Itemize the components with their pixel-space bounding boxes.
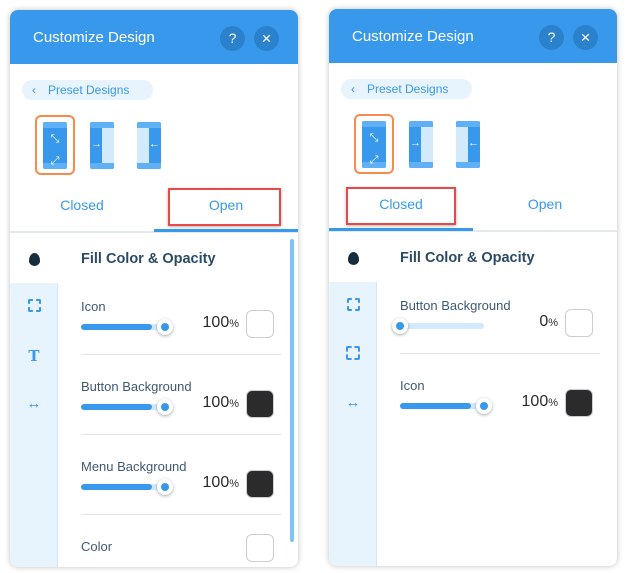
help-button[interactable]: ? [220, 26, 245, 51]
tab-closed[interactable]: Closed [10, 197, 154, 213]
preset-designs-button[interactable]: ‹ Preset Designs [22, 80, 153, 100]
slider-handle[interactable] [392, 318, 408, 334]
setting-label: Menu Background [81, 459, 187, 474]
text-icon[interactable]: T [10, 347, 58, 365]
opacity-slider[interactable] [392, 318, 484, 334]
active-tab-indicator [154, 229, 298, 232]
layout-slide-right-option[interactable]: → [90, 122, 114, 169]
color-setting-row: Icon 100% [81, 299, 281, 355]
slider-handle[interactable] [157, 399, 173, 415]
opacity-value[interactable]: 100% [522, 393, 558, 411]
close-button[interactable]: × [254, 26, 279, 51]
section-title: Fill Color & Opacity [81, 251, 216, 267]
slider-handle[interactable] [157, 319, 173, 335]
help-button[interactable]: ? [539, 25, 564, 50]
expand-icon: ⤡ ⤢ [369, 132, 379, 166]
drop-icon[interactable] [29, 253, 40, 266]
chevron-left-icon: ‹ [32, 83, 36, 97]
scrollbar[interactable] [290, 239, 294, 542]
color-setting-row: Button Background 0% [392, 298, 600, 354]
arrows-horizontal-icon[interactable]: ↔ [10, 395, 58, 412]
divider [81, 354, 281, 355]
color-setting-row: Button Background 100% [81, 379, 281, 435]
color-swatch[interactable] [246, 310, 274, 338]
settings-rail [10, 283, 58, 567]
preset-designs-label: Preset Designs [48, 83, 130, 97]
arrow-left-icon: ← [468, 137, 479, 149]
layout-fullscreen-option[interactable]: ⤡ ⤢ [43, 122, 67, 169]
slider-handle[interactable] [157, 479, 173, 495]
dashed-square-icon[interactable] [10, 299, 58, 316]
panel-title: Customize Design [33, 29, 155, 46]
customize-design-panel: Customize Design ? × ‹ Preset Designs ⤡ ⤢ … [10, 10, 298, 567]
layout-slide-left-option[interactable]: ← [137, 122, 161, 169]
root: Customize Design ? × ‹ Preset Designs ⤡ ⤢ … [0, 0, 626, 573]
color-swatch[interactable] [246, 534, 274, 562]
highlight-box [346, 187, 456, 225]
arrow-right-icon: → [410, 137, 421, 149]
chevron-left-icon: ‹ [351, 82, 355, 96]
section-title: Fill Color & Opacity [400, 250, 535, 266]
color-swatch[interactable] [246, 470, 274, 498]
layout-fullscreen-option[interactable]: ⤡ ⤢ [362, 121, 386, 168]
setting-label: Icon [81, 299, 106, 314]
opacity-value[interactable]: 0% [539, 313, 558, 331]
setting-label: Button Background [81, 379, 192, 394]
divider [81, 434, 281, 435]
color-swatch[interactable] [565, 389, 593, 417]
expand-icon: ⤡ ⤢ [50, 133, 60, 167]
preset-designs-button[interactable]: ‹ Preset Designs [341, 79, 472, 99]
opacity-value[interactable]: 100% [203, 394, 239, 412]
panel-header: Customize Design ? × [329, 9, 617, 63]
highlight-box [168, 188, 281, 226]
active-tab-indicator [329, 228, 473, 231]
divider [400, 353, 600, 354]
setting-label: Color [81, 539, 113, 554]
close-button[interactable]: × [573, 25, 598, 50]
panel-header: Customize Design ? × [10, 10, 298, 64]
opacity-slider[interactable] [81, 479, 173, 495]
customize-design-panel: Customize Design ? × ‹ Preset Designs ⤡ ⤢ … [329, 9, 617, 566]
arrows-horizontal-icon[interactable]: ↔ [329, 394, 377, 411]
preset-designs-label: Preset Designs [367, 82, 449, 96]
color-setting-row: Color [81, 534, 281, 562]
color-setting-row: Menu Background 100% [81, 459, 281, 515]
opacity-slider[interactable] [400, 398, 492, 414]
slider-handle[interactable] [476, 398, 492, 414]
dashed-square-icon[interactable] [329, 298, 377, 315]
setting-label: Button Background [400, 298, 511, 313]
setting-label: Icon [400, 378, 425, 393]
layout-slide-right-option[interactable]: → [409, 121, 433, 168]
divider [81, 514, 281, 515]
opacity-value[interactable]: 100% [203, 314, 239, 332]
color-setting-row: Icon 100% [400, 378, 600, 417]
arrow-left-icon: ← [149, 138, 160, 150]
color-swatch[interactable] [246, 390, 274, 418]
arrow-right-icon: → [91, 138, 102, 150]
drop-icon[interactable] [348, 252, 359, 265]
corners-square-icon[interactable] [329, 346, 377, 364]
panel-title: Customize Design [352, 28, 474, 45]
settings-rail [329, 282, 377, 566]
color-swatch[interactable] [565, 309, 593, 337]
layout-slide-left-option[interactable]: ← [456, 121, 480, 168]
tab-open[interactable]: Open [473, 196, 617, 212]
opacity-value[interactable]: 100% [203, 474, 239, 492]
opacity-slider[interactable] [81, 399, 173, 415]
opacity-slider[interactable] [81, 319, 173, 335]
